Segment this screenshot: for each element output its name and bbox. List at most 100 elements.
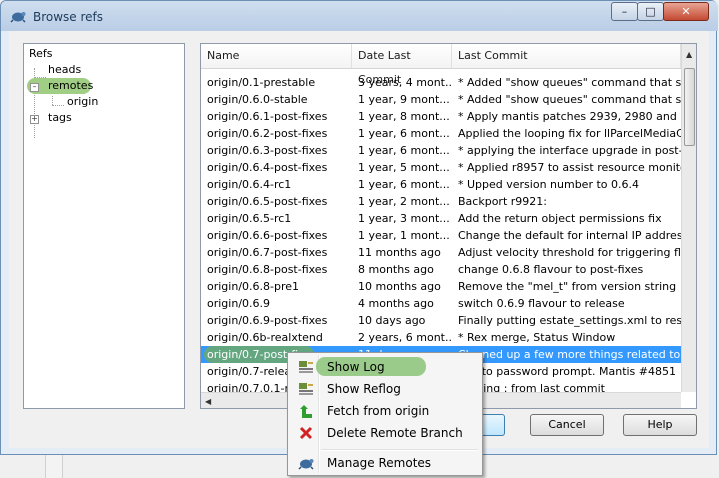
tree-item-heads[interactable]: heads xyxy=(48,63,81,76)
cell-date: 1 year, 6 mont... xyxy=(358,178,450,191)
table-row[interactable]: origin/0.6.1-post-fixes 1 year, 8 mont...… xyxy=(201,108,681,125)
cancel-button[interactable]: Cancel xyxy=(530,414,604,436)
menu-item-manage-remotes[interactable]: Manage Remotes xyxy=(290,452,480,474)
tree-root-refs[interactable]: Refs xyxy=(29,47,53,60)
table-row[interactable]: origin/0.6.4-rc1 1 year, 6 mont... * Upped… xyxy=(201,176,681,193)
table-row[interactable]: origin/0.6.6-post-fixes 1 year, 1 mont...… xyxy=(201,227,681,244)
cell-last-commit: * Rex merge, Status Window xyxy=(458,331,616,344)
cell-name: origin/0.6.7-post-fixes xyxy=(207,246,328,259)
table-row[interactable]: origin/0.6.0-stable 1 year, 9 mont... * Ad… xyxy=(201,91,681,108)
tree-line xyxy=(52,96,53,105)
cell-name: origin/0.6.2-post-fixes xyxy=(207,127,328,140)
maximize-button[interactable]: □ xyxy=(637,2,664,21)
cell-last-commit: Remove the "mel_t" from version string xyxy=(458,280,677,293)
cell-date: 1 year, 8 mont... xyxy=(358,110,450,123)
cell-name: origin/0.6.1-post-fixes xyxy=(207,110,328,123)
cell-name: origin/0.6.3-post-fixes xyxy=(207,144,328,157)
menu-item-delete-remote-branch[interactable]: Delete Remote Branch xyxy=(290,422,480,444)
menu-item-label: Show Reflog xyxy=(327,382,401,396)
cell-last-commit: Adjust velocity threshold for triggering… xyxy=(458,246,681,259)
cell-last-commit: Cleaned up a few more things related to … xyxy=(458,348,681,361)
column-header-last-commit[interactable]: Last Commit xyxy=(452,44,681,68)
cell-name: origin/0.6.5-rc1 xyxy=(207,212,292,225)
menu-item-label: Delete Remote Branch xyxy=(327,426,463,440)
help-button[interactable]: Help xyxy=(623,414,697,436)
cell-last-commit: switch 0.6.9 flavour to release xyxy=(458,297,625,310)
cell-date: 1 year, 1 mont... xyxy=(358,229,450,242)
table-row[interactable]: origin/0.6b-realxtend 2 years, 6 mont... *… xyxy=(201,329,681,346)
cell-last-commit: * Apply mantis patches 2939, 2980 and 29… xyxy=(458,110,681,123)
cell-date: 1 year, 9 mont... xyxy=(358,93,450,106)
scroll-left-icon[interactable]: ◀ xyxy=(205,397,211,406)
table-row[interactable]: origin/0.6.2-post-fixes 1 year, 6 mont...… xyxy=(201,125,681,142)
background-window-edge xyxy=(45,455,63,478)
table-row[interactable]: origin/0.6.5-rc1 1 year, 3 mont... Add the… xyxy=(201,210,681,227)
cell-name: origin/0.1-prestable xyxy=(207,76,316,89)
vertical-scrollbar[interactable]: ▲ xyxy=(681,44,696,392)
minimize-button[interactable]: – xyxy=(611,2,638,21)
cell-name: origin/0.6.8-post-fixes xyxy=(207,263,328,276)
table-row[interactable]: origin/0.6.4-post-fixes 1 year, 5 mont...… xyxy=(201,159,681,176)
cell-date: 1 year, 6 mont... xyxy=(358,127,450,140)
table-row[interactable]: origin/0.6.8-pre1 10 months ago Remove the… xyxy=(201,278,681,295)
menu-item-show-log[interactable]: Show Log xyxy=(290,356,480,378)
close-button[interactable]: ✕ xyxy=(663,2,709,21)
menu-item-fetch[interactable]: Fetch from origin xyxy=(290,400,480,422)
table-row[interactable]: origin/0.6.9 4 months ago switch 0.6.9 fla… xyxy=(201,295,681,312)
cell-last-commit: Applied the looping fix for llParcelMedi… xyxy=(458,127,681,140)
cell-last-commit: * Added "show queues" command that shows… xyxy=(458,76,681,89)
menu-item-label: Show Log xyxy=(327,360,385,374)
remotes-collapse-icon[interactable]: – xyxy=(30,83,39,92)
cell-date: 2 years, 6 mont... xyxy=(358,331,452,344)
scroll-thumb[interactable] xyxy=(684,68,695,146)
cell-date: 1 year, 6 mont... xyxy=(358,144,450,157)
table-row[interactable]: origin/0.6.3-post-fixes 1 year, 6 mont...… xyxy=(201,142,681,159)
refs-tree[interactable]: Refs heads – remotes origin + tags xyxy=(23,43,185,409)
green-arrow-icon xyxy=(300,405,312,418)
tree-line xyxy=(52,105,64,106)
red-x-icon xyxy=(299,426,313,440)
cell-name: origin/0.6.4-post-fixes xyxy=(207,161,328,174)
branch-log-icon xyxy=(299,361,313,373)
cell-last-commit: * applying the interface upgrade in post… xyxy=(458,144,681,157)
cell-name: origin/0.6.9 xyxy=(207,297,271,310)
menu-item-show-reflog[interactable]: Show Reflog xyxy=(290,378,480,400)
cell-name: origin/0.6.0-stable xyxy=(207,93,308,106)
cell-date: 8 months ago xyxy=(358,263,434,276)
table-row[interactable]: origin/0.6.7-post-fixes 11 months ago Adju… xyxy=(201,244,681,261)
menu-item-label: Manage Remotes xyxy=(327,456,432,470)
cell-name: origin/0.6.8-pre1 xyxy=(207,280,300,293)
cell-last-commit: Backport r9921: xyxy=(458,195,547,208)
cell-last-commit: * Upped version number to 0.6.4 xyxy=(458,178,640,191)
tortoise-app-icon xyxy=(10,12,26,23)
table-row[interactable]: origin/0.6.8-post-fixes 8 months ago chang… xyxy=(201,261,681,278)
cell-last-commit: Finally putting estate_settings.xml to r… xyxy=(458,314,681,327)
table-row[interactable]: origin/0.6.5-post-fixes 1 year, 2 mont...… xyxy=(201,193,681,210)
cell-date: 11 months ago xyxy=(358,246,441,259)
cell-last-commit: * Applied r8957 to assist resource monit… xyxy=(458,161,681,174)
cell-date: 1 year, 3 mont... xyxy=(358,212,450,225)
ok-button[interactable] xyxy=(481,414,505,436)
table-row[interactable]: origin/0.1-prestable 3 years, 4 mont... * … xyxy=(201,74,681,91)
cell-name: origin/0.6.6-post-fixes xyxy=(207,229,328,242)
cell-name: origin/0.6.9-post-fixes xyxy=(207,314,328,327)
scroll-up-icon[interactable]: ▲ xyxy=(686,50,692,59)
tags-expand-icon[interactable]: + xyxy=(30,115,39,124)
cell-last-commit: d ':' to password prompt. Mantis #4851 xyxy=(458,365,676,378)
tree-item-tags[interactable]: tags xyxy=(48,111,72,124)
title-bar[interactable]: Browse refs – □ ✕ xyxy=(1,1,718,31)
cell-last-commit: Change the default for internal IP addre… xyxy=(458,229,681,242)
tree-item-remotes[interactable]: remotes xyxy=(48,79,93,92)
cell-name: origin/0.6b-realxtend xyxy=(207,331,323,344)
column-header-date[interactable]: Date Last Commit xyxy=(352,44,452,86)
context-menu: Show Log Show Reflog Fetch from origin D… xyxy=(287,352,483,476)
menu-separator xyxy=(321,449,478,451)
window-title: Browse refs xyxy=(33,10,104,24)
column-header-name[interactable]: Name xyxy=(201,44,352,68)
table-row[interactable]: origin/0.6.9-post-fixes 10 days ago Finall… xyxy=(201,312,681,329)
tree-item-origin[interactable]: origin xyxy=(67,95,98,108)
reflog-icon xyxy=(299,383,313,395)
cell-name: origin/0.6.5-post-fixes xyxy=(207,195,328,208)
menu-item-label: Fetch from origin xyxy=(327,404,430,418)
cell-date: 3 years, 4 mont... xyxy=(358,76,452,89)
